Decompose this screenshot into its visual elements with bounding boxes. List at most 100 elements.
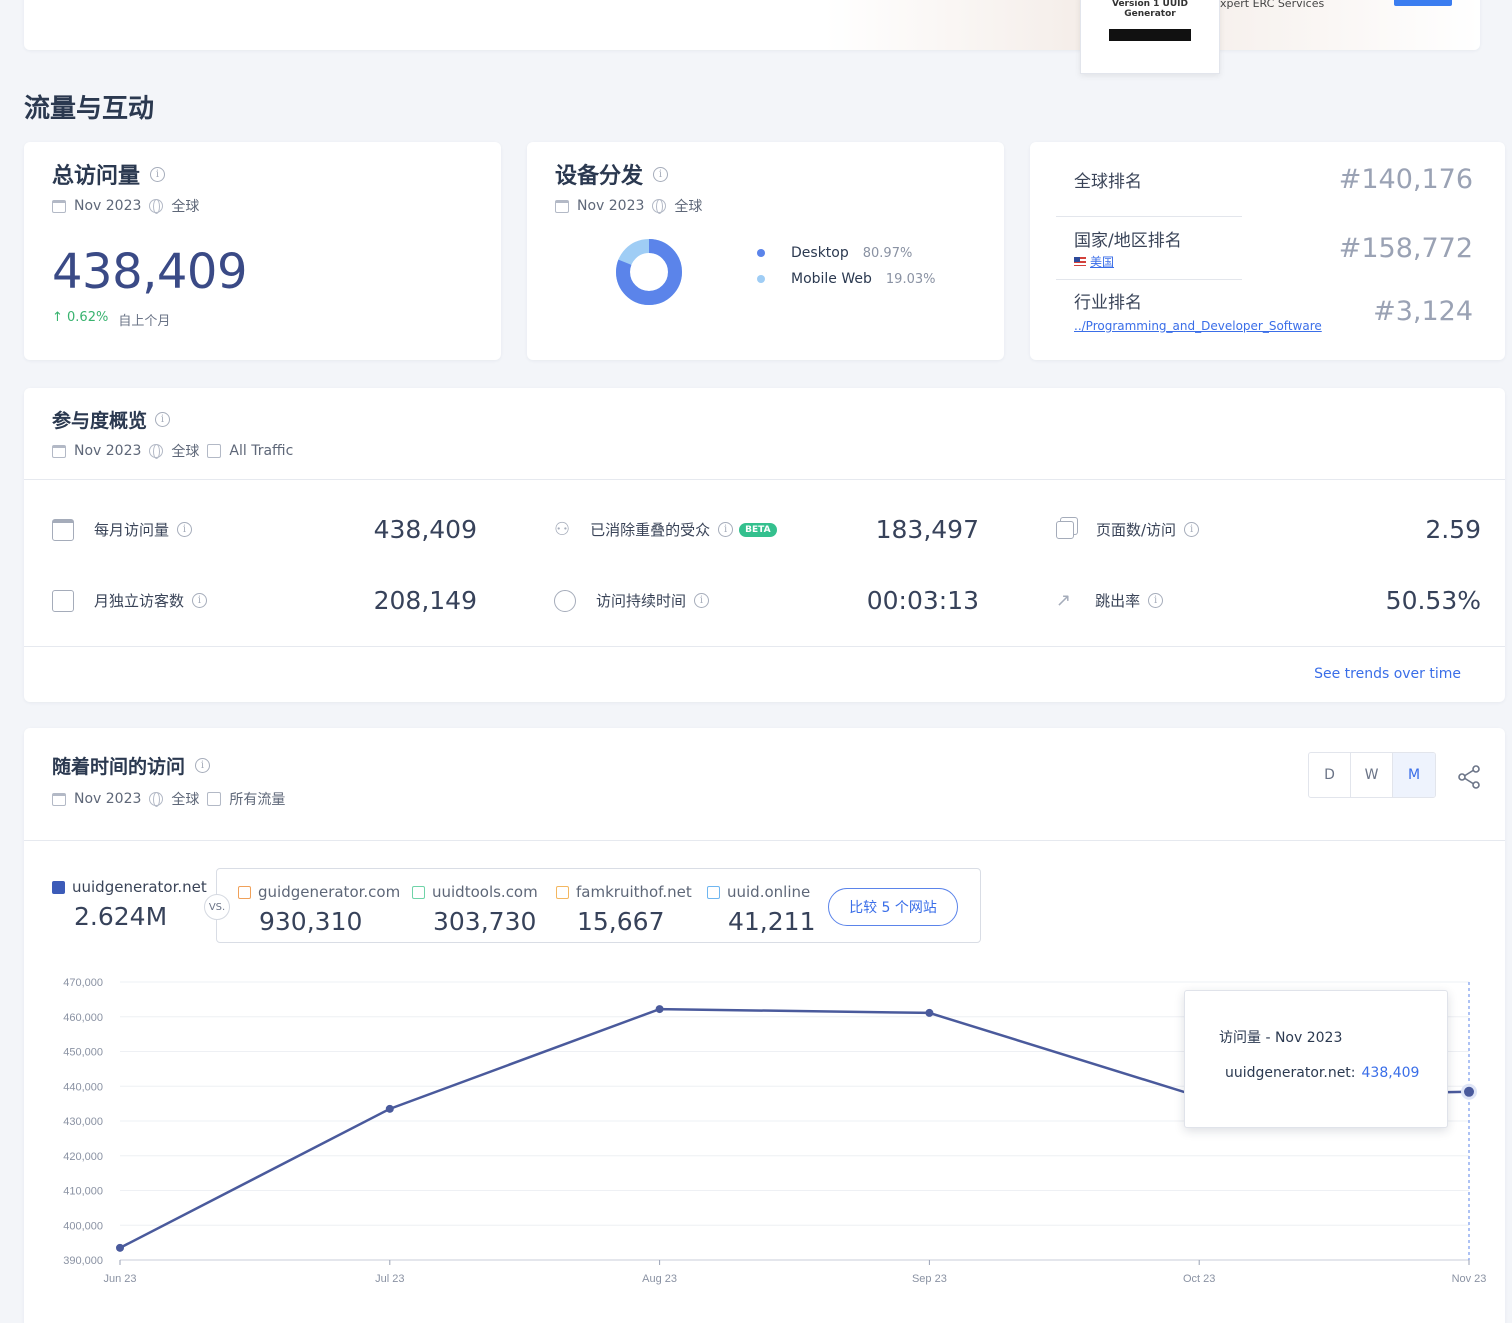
industry-rank-value: #3,124 <box>1373 295 1473 327</box>
region-label: 全球 <box>171 444 200 460</box>
data-point <box>385 1104 394 1113</box>
y-tick-label: 430,000 <box>63 1116 103 1128</box>
engagement-card: 参与度概览 i Nov 2023 全球 All Traffic 每月访问量 i … <box>24 388 1505 702</box>
info-icon[interactable]: i <box>1148 593 1164 608</box>
date-label: Nov 2023 <box>74 791 142 807</box>
total-visits-value: 438,409 <box>52 244 248 300</box>
competitor-value: 41,211 <box>728 907 816 936</box>
global-rank-value: #140,176 <box>1338 163 1473 195</box>
industry-rank-label: 行业排名 <box>1074 293 1142 313</box>
total-visits-title: 总访问量 <box>52 164 141 189</box>
data-point <box>1464 1086 1474 1097</box>
timer-icon <box>554 589 576 612</box>
y-tick-label: 440,000 <box>63 1081 103 1093</box>
info-icon[interactable]: i <box>718 522 734 537</box>
competitor-value: 930,310 <box>259 907 363 936</box>
y-tick-label: 470,000 <box>63 977 103 989</box>
metric-bounce-rate: ↗ 跳出率 i 50.53% <box>1056 586 1481 615</box>
info-icon[interactable]: i <box>192 593 208 608</box>
competitor-1[interactable]: uuidtools.com 303,730 <box>412 883 538 936</box>
x-tick-label: Jun 23 <box>103 1273 136 1285</box>
main-site-value: 2.624M <box>74 902 168 931</box>
ad-button[interactable] <box>1394 0 1452 6</box>
info-icon[interactable]: i <box>694 593 710 608</box>
country-link[interactable]: 美国 <box>1090 253 1114 270</box>
checkbox-checked[interactable] <box>52 880 65 894</box>
checkbox[interactable] <box>707 885 720 899</box>
traffic-icon <box>207 444 222 458</box>
beta-badge: BETA <box>739 522 777 537</box>
ad-generate-bar <box>1109 29 1191 41</box>
us-flag-icon <box>1074 257 1086 266</box>
y-tick-label: 460,000 <box>63 1012 103 1024</box>
metric-pages-per-visit: 页面数/访问 i 2.59 <box>1056 515 1481 544</box>
metric-value: 208,149 <box>373 586 477 615</box>
pages-icon <box>1056 520 1074 539</box>
engagement-title: 参与度概览 <box>52 410 148 432</box>
metric-monthly-visits: 每月访问量 i 438,409 <box>52 515 477 544</box>
visits-over-time-title: 随着时间的访问 <box>52 756 186 778</box>
metric-visit-duration: 访问持续时间 i 00:03:13 <box>554 586 979 615</box>
change-label: 自上个月 <box>118 314 171 329</box>
x-tick-label: Sep 23 <box>912 1273 947 1285</box>
share-icon[interactable] <box>1456 764 1482 794</box>
competitor-3[interactable]: uuid.online 41,211 <box>707 883 815 936</box>
ad-title: Version 1 UUID Generator <box>1111 0 1188 19</box>
info-icon[interactable]: i <box>150 166 166 182</box>
granularity-week[interactable]: W <box>1351 753 1393 797</box>
metric-label: 访问持续时间 <box>596 592 687 610</box>
competitor-0[interactable]: guidgenerator.com 930,310 <box>238 883 400 936</box>
competitor-name: famkruithof.net <box>576 883 692 901</box>
globe-icon <box>149 444 164 459</box>
y-tick-label: 450,000 <box>63 1047 103 1059</box>
legend-value: 19.03% <box>885 271 936 287</box>
legend-label: Desktop <box>791 245 849 261</box>
data-point <box>655 1005 664 1014</box>
industry-link[interactable]: ../Programming_and_Developer_Software <box>1074 319 1322 333</box>
info-icon[interactable]: i <box>177 522 193 537</box>
metric-value: 00:03:13 <box>866 586 979 615</box>
granularity-month[interactable]: M <box>1393 753 1435 797</box>
checkbox[interactable] <box>412 885 425 899</box>
x-tick-label: Aug 23 <box>642 1273 677 1285</box>
calendar-icon <box>52 444 66 458</box>
device-card: 设备分发 i Nov 2023 全球 Desktop 80.97% Mobile… <box>527 142 1004 360</box>
info-icon[interactable]: i <box>195 758 211 773</box>
compare-sites-button[interactable]: 比较 5 个网站 <box>828 888 958 926</box>
y-tick-label: 390,000 <box>63 1255 103 1267</box>
total-visits-card: 总访问量 i Nov 2023 全球 438,409 ↑ 0.62% 自上个月 <box>24 142 501 360</box>
calendar-icon <box>555 199 569 213</box>
metric-label: 每月访问量 <box>94 521 170 539</box>
granularity-day[interactable]: D <box>1309 753 1351 797</box>
country-rank-label: 国家/地区排名 <box>1074 231 1182 251</box>
checkbox[interactable] <box>556 885 569 899</box>
metric-value: 2.59 <box>1425 515 1481 544</box>
region-label: 全球 <box>171 199 200 215</box>
global-rank-label: 全球排名 <box>1074 171 1142 192</box>
metric-value: 183,497 <box>875 515 979 544</box>
metric-value: 50.53% <box>1385 586 1481 615</box>
checkbox[interactable] <box>238 885 251 899</box>
metric-value: 438,409 <box>373 515 477 544</box>
info-icon[interactable]: i <box>1184 522 1200 537</box>
info-icon[interactable]: i <box>155 412 171 427</box>
y-tick-label: 420,000 <box>63 1151 103 1163</box>
bounce-icon: ↗ <box>1056 590 1072 611</box>
metric-label: 已消除重叠的受众 <box>590 521 711 539</box>
info-icon[interactable]: i <box>653 166 669 182</box>
visits-over-time-card: 随着时间的访问 i Nov 2023 全球 所有流量 D W M uuidgen… <box>24 728 1505 1323</box>
rank-card: 全球排名 #140,176 国家/地区排名 美国 #158,772 行业排名 .… <box>1030 142 1505 360</box>
see-trends-link[interactable]: See trends over time <box>1314 666 1461 682</box>
competitor-name: uuid.online <box>727 883 811 901</box>
globe-icon <box>149 792 164 807</box>
main-site: uuidgenerator.net 2.624M <box>52 878 207 931</box>
change-value: ↑ 0.62% <box>52 310 109 325</box>
tooltip-site: uuidgenerator.net: <box>1225 1065 1356 1081</box>
device-donut-chart[interactable] <box>613 236 685 308</box>
tooltip-value: 438,409 <box>1361 1065 1420 1081</box>
users-icon: ⚇ <box>554 519 571 540</box>
y-tick-label: 400,000 <box>63 1220 103 1232</box>
ad-thumbnail[interactable]: Version 1 UUID Generator <box>1080 0 1220 74</box>
competitor-2[interactable]: famkruithof.net 15,667 <box>556 883 692 936</box>
x-tick-label: Nov 23 <box>1452 1273 1487 1285</box>
